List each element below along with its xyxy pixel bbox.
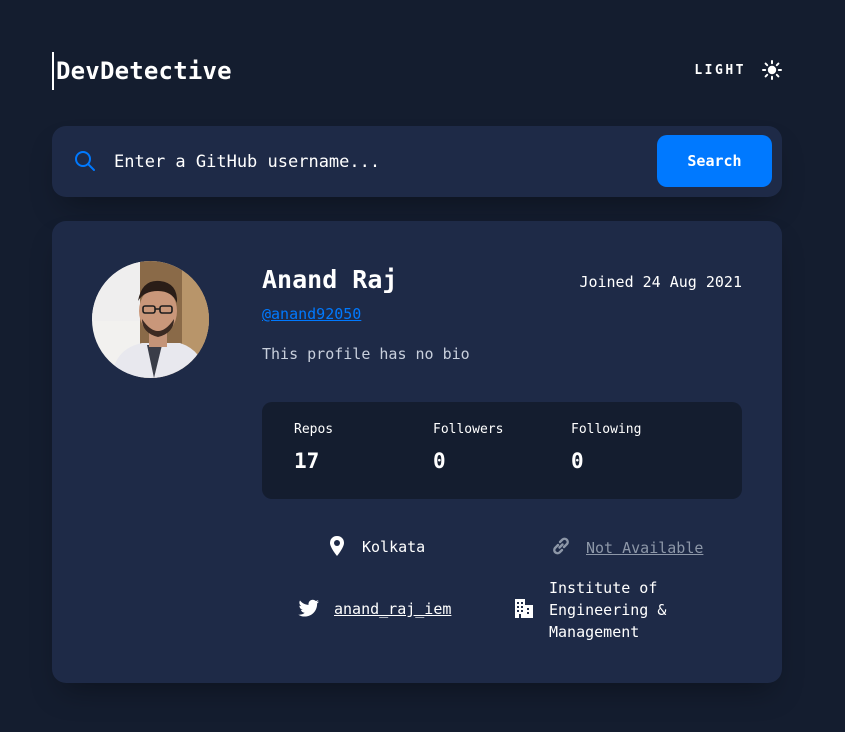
theme-toggle[interactable]: LIGHT xyxy=(694,58,782,82)
twitter-item: anand_raj_iem xyxy=(298,597,451,619)
stat-value: 0 xyxy=(433,449,446,473)
header: DevDetective LIGHT xyxy=(52,52,782,90)
joined-date: Joined 24 Aug 2021 xyxy=(579,273,742,291)
sun-icon xyxy=(762,60,782,80)
stat-value: 17 xyxy=(294,449,320,473)
company-item: Institute of Engineering & Management xyxy=(513,577,699,643)
profile-name: Anand Raj xyxy=(262,265,398,294)
profile-bio: This profile has no bio xyxy=(262,345,470,363)
theme-toggle-label: LIGHT xyxy=(694,62,746,78)
link-icon xyxy=(553,537,569,555)
stat-followers: Followers 0 xyxy=(433,422,503,473)
search-bar: Search xyxy=(52,126,782,197)
stats-panel: Repos 17 Followers 0 Following 0 xyxy=(262,402,742,499)
company-text: Institute of Engineering & Management xyxy=(549,579,667,641)
stat-value: 0 xyxy=(571,449,584,473)
twitter-link[interactable]: anand_raj_iem xyxy=(334,600,451,618)
stat-repos: Repos 17 xyxy=(294,422,333,473)
location-text: Kolkata xyxy=(362,538,426,556)
profile-card: Anand Raj Joined 24 Aug 2021 @anand92050… xyxy=(52,221,782,683)
location-pin-icon xyxy=(330,536,344,556)
location-item: Kolkata xyxy=(326,535,425,557)
stat-following: Following 0 xyxy=(571,422,641,473)
stat-label: Followers xyxy=(433,422,504,437)
stat-label: Repos xyxy=(294,422,334,437)
stat-label: Following xyxy=(571,422,642,437)
search-icon xyxy=(75,151,95,171)
twitter-icon xyxy=(298,599,319,617)
building-icon xyxy=(515,599,533,618)
website-link[interactable]: Not Available xyxy=(586,539,703,557)
website-item: Not Available xyxy=(550,535,703,557)
search-button[interactable]: Search xyxy=(657,135,772,187)
app-logo: DevDetective xyxy=(52,52,232,90)
profile-username-link[interactable]: @anand92050 xyxy=(262,305,361,323)
search-input[interactable] xyxy=(112,144,632,180)
avatar xyxy=(92,261,209,378)
